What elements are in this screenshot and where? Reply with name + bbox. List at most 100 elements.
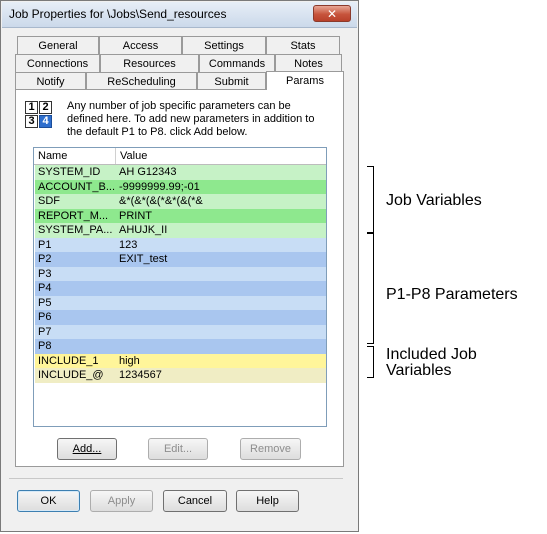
param-name: P6 <box>38 311 52 323</box>
tab-resources[interactable]: Resources <box>100 54 199 72</box>
tab-submit[interactable]: Submit <box>197 72 266 90</box>
tab-label: ReScheduling <box>107 75 176 88</box>
tab-label: Params <box>286 75 324 87</box>
close-icon: ✕ <box>326 6 338 21</box>
list-header: Name Value <box>34 148 326 165</box>
apply-button[interactable]: Apply <box>90 490 153 512</box>
tab-connections[interactable]: Connections <box>15 54 100 72</box>
edit-button[interactable]: Edit... <box>148 438 208 460</box>
param-name: P8 <box>38 340 52 352</box>
remove-button[interactable]: Remove <box>240 438 301 460</box>
digit-2: 2 <box>39 101 52 114</box>
list-item[interactable]: SYSTEM_PA... AHUJK_II <box>35 223 326 238</box>
param-value: 1234567 <box>119 369 162 381</box>
list-item[interactable]: INCLUDE_1 high <box>35 353 326 368</box>
tab-settings[interactable]: Settings <box>182 36 266 54</box>
param-name: SYSTEM_PA... <box>38 224 113 236</box>
tab-rescheduling[interactable]: ReScheduling <box>86 72 197 90</box>
params-list[interactable]: Name Value SYSTEM_ID AH G12343 ACCOUNT_B..… <box>33 147 327 427</box>
tab-label: Connections <box>26 57 89 70</box>
numbered-params-icon: 1 2 3 4 <box>23 99 54 130</box>
included-variables-annotation-line2: Variables <box>386 362 452 379</box>
tab-access[interactable]: Access <box>99 36 182 54</box>
tab-label: General <box>38 39 78 52</box>
included-variables-annotation-line1: Included Job <box>386 346 477 363</box>
tab-notes[interactable]: Notes <box>275 54 342 72</box>
p-parameters-bracket <box>367 233 374 344</box>
help-button[interactable]: Help <box>236 490 299 512</box>
param-value <box>116 296 326 311</box>
cancel-label: Cancel <box>177 495 213 507</box>
list-item[interactable]: P1 123 <box>35 237 326 252</box>
list-item[interactable]: P5 <box>35 295 326 311</box>
list-item[interactable]: REPORT_M... PRINT <box>35 208 326 223</box>
tab-label: Settings <box>204 39 244 52</box>
p-parameters-annotation: P1-P8 Parameters <box>386 286 518 303</box>
param-value: &*(&*(&(*&*(&(*& <box>119 195 203 207</box>
tab-label: Stats <box>290 39 316 52</box>
list-item[interactable]: SYSTEM_ID AH G12343 <box>35 165 326 180</box>
tab-params[interactable]: Params <box>266 71 344 90</box>
list-item[interactable]: P8 <box>35 339 326 354</box>
edit-label: Edit... <box>163 443 193 455</box>
param-value: AHUJK_II <box>119 224 168 236</box>
column-value-header[interactable]: Value <box>116 148 326 164</box>
param-name: SYSTEM_ID <box>38 166 101 178</box>
param-name: INCLUDE_@ <box>38 369 104 381</box>
param-name: SDF <box>38 195 60 207</box>
footer-separator <box>9 478 343 479</box>
param-value: 123 <box>119 238 138 251</box>
list-item[interactable]: ACCOUNT_B... -9999999.99;-01 <box>35 179 326 194</box>
param-name: P1 <box>38 238 52 251</box>
list-item[interactable]: SDF &*(&*(&(*&*(&(*& <box>35 194 326 209</box>
column-name-header[interactable]: Name <box>34 148 116 164</box>
tab-label: Access <box>122 39 159 52</box>
param-name: REPORT_M... <box>38 209 109 222</box>
tab-notify[interactable]: Notify <box>15 72 86 90</box>
param-value <box>116 281 326 296</box>
close-button[interactable]: ✕ <box>313 5 351 22</box>
digit-1: 1 <box>25 101 38 114</box>
list-item[interactable]: INCLUDE_@ 1234567 <box>35 368 326 383</box>
param-value <box>116 310 326 325</box>
param-value: high <box>119 354 140 367</box>
param-value <box>116 325 326 340</box>
list-item[interactable]: P4 <box>35 281 326 296</box>
list-item[interactable]: P3 <box>35 266 326 281</box>
tab-label: Submit <box>214 75 249 88</box>
params-info-text: Any number of job specific parameters ca… <box>67 100 315 138</box>
param-name: P4 <box>38 282 52 294</box>
list-item[interactable]: P2 EXIT_test <box>35 252 326 267</box>
digit-3: 3 <box>25 115 38 128</box>
param-value: AH G12343 <box>119 166 177 178</box>
tab-general[interactable]: General <box>17 36 99 54</box>
list-item[interactable]: P7 <box>35 324 326 340</box>
tab-label: Commands <box>208 57 266 70</box>
param-value: PRINT <box>119 209 152 222</box>
param-value: EXIT_test <box>119 253 168 265</box>
cancel-button[interactable]: Cancel <box>163 490 227 512</box>
window-title: Job Properties for \Jobs\Send_resources <box>9 7 227 21</box>
tab-commands[interactable]: Commands <box>199 54 275 72</box>
tab-label: Resources <box>123 57 176 70</box>
remove-label: Remove <box>250 443 291 455</box>
digit-4: 4 <box>39 115 52 128</box>
add-button[interactable]: Add... <box>57 438 117 460</box>
tab-label: Notes <box>294 57 323 70</box>
param-name: P5 <box>38 296 52 309</box>
help-label: Help <box>256 495 279 507</box>
param-value <box>116 339 326 354</box>
param-value: -9999999.99;-01 <box>119 180 200 193</box>
list-rows: SYSTEM_ID AH G12343 ACCOUNT_B... -9999999.9… <box>35 165 326 383</box>
job-variables-annotation: Job Variables <box>386 192 482 209</box>
param-name: INCLUDE_1 <box>38 354 99 367</box>
title-bar[interactable]: Job Properties for \Jobs\Send_resources … <box>2 2 357 28</box>
param-name: P7 <box>38 325 52 338</box>
add-label: Add... <box>72 443 102 455</box>
param-name: P3 <box>38 267 52 280</box>
list-item[interactable]: P6 <box>35 310 326 325</box>
tab-stats[interactable]: Stats <box>266 36 340 54</box>
included-variables-bracket <box>367 346 374 378</box>
ok-button[interactable]: OK <box>17 490 80 512</box>
job-variables-bracket <box>367 166 374 233</box>
